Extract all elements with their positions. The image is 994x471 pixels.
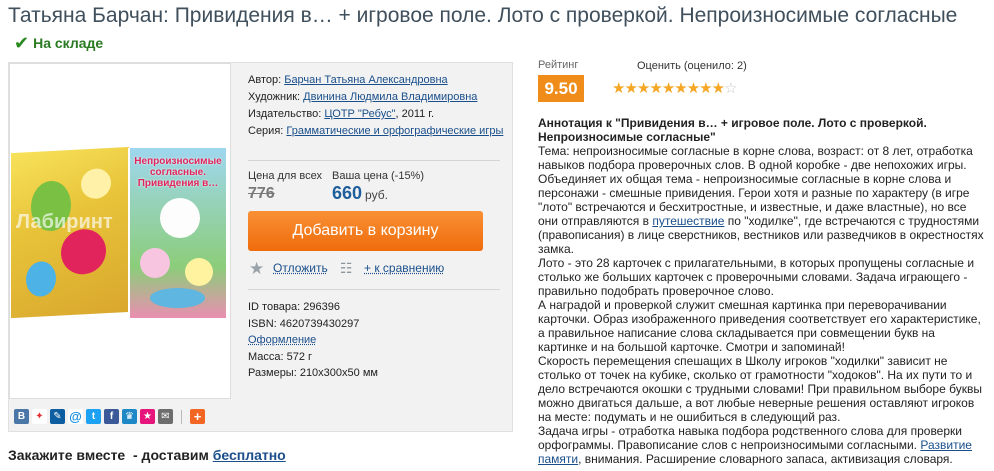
product-specs: ID товара: 296396 ISBN: 4620739430297 Оф…	[248, 299, 378, 382]
twitter-icon[interactable]: t	[86, 409, 101, 424]
star-icon[interactable]: ★	[662, 80, 675, 97]
compare-action[interactable]: + к сравнению	[364, 261, 444, 275]
annotation: Аннотация к "Привидения в… + игровое пол…	[538, 116, 986, 466]
product-isbn: ISBN: 4620739430297	[248, 317, 360, 330]
publisher-link[interactable]: ЦОТР "Ребус"	[324, 108, 395, 120]
mail-at-icon[interactable]: @	[68, 409, 83, 424]
star-icon[interactable]: ★	[699, 80, 712, 97]
title-text: Татьяна Барчан: Привидения в… + игровое …	[8, 4, 958, 27]
postpone-action[interactable]: Отложить	[273, 261, 328, 275]
star-bookmark-icon[interactable]: ★	[140, 409, 155, 424]
star-icon[interactable]: ★	[649, 80, 662, 97]
box-title: Непроизносимые согласные. Привидения в…	[134, 156, 222, 189]
annotation-paragraph: А наградой и проверкой служит смешная ка…	[538, 298, 981, 354]
artist-label: Художник:	[248, 91, 301, 103]
author-label: Автор:	[248, 74, 282, 86]
annotation-paragraph: Лото - это 28 карточек с прилагательными…	[538, 256, 975, 298]
product-cover-image[interactable]: Непроизносимые согласные. Привидения в… …	[9, 63, 231, 399]
price-all-label: Цена для всех	[248, 170, 322, 182]
product-id: ID товара: 296396	[248, 301, 340, 313]
livejournal-icon[interactable]: ✎	[50, 409, 65, 424]
artist-row: Художник: Двинина Людмила Владимировна	[248, 89, 510, 106]
plus-icon[interactable]: +	[190, 409, 205, 424]
annotation-text: Задача игры - отработка навыка подбора р…	[538, 424, 962, 452]
price-your-label: Ваша цена (-15%)	[332, 170, 425, 182]
publish-year: , 2011 г.	[395, 108, 435, 120]
product-title: Татьяна Барчан: Привидения в… + игровое …	[8, 2, 988, 57]
compare-link[interactable]: + к сравнению	[364, 261, 444, 275]
annotation-text: , внимания. Расширение словарного запаса…	[578, 452, 953, 466]
free-delivery-link[interactable]: бесплатно	[213, 447, 286, 463]
author-link[interactable]: Барчан Татьяна Александровна	[284, 74, 447, 86]
star-icon[interactable]: ★	[624, 80, 637, 97]
add-to-cart-button[interactable]: Добавить в корзину	[248, 211, 483, 251]
product-weight: Масса: 572 г	[248, 350, 313, 363]
vk-icon[interactable]: В	[14, 409, 29, 424]
compare-list-icon[interactable]: ☷	[340, 260, 353, 277]
annotation-heading: Аннотация к "Привидения в… + игровое пол…	[538, 116, 927, 144]
annotation-paragraph: Тема: непроизносимые согласные в корне с…	[538, 144, 986, 256]
stock-label: На складе	[33, 35, 104, 51]
postpone-link[interactable]: Отложить	[273, 261, 328, 275]
facebook-icon[interactable]: f	[104, 409, 119, 424]
star-icon[interactable]: ★	[687, 80, 700, 97]
publisher-label: Издательство:	[248, 108, 322, 120]
product-meta: Автор: Барчан Татьяна Александровна Худо…	[248, 72, 510, 137]
order-together-text: Закажите вместе - доставим	[8, 447, 213, 463]
artist-link[interactable]: Двинина Людмила Владимировна	[303, 91, 477, 103]
envelope-icon[interactable]: ✉	[158, 409, 173, 424]
divider	[248, 160, 500, 161]
rating-label: Рейтинг	[538, 59, 579, 71]
box-front-art: Непроизносимые согласные. Привидения в…	[128, 148, 226, 318]
watermark-logo: Лабиринт	[16, 211, 113, 233]
rate-label: Оценить (оценило: 2)	[637, 60, 747, 72]
star-empty-icon[interactable]: ☆	[724, 80, 737, 97]
series-label: Серия:	[248, 125, 284, 137]
share-divider	[181, 409, 182, 424]
product-size: Размеры: 210x300x50 мм	[248, 367, 378, 379]
check-icon: ✔	[14, 33, 30, 53]
stock-status: ✔ На складе	[14, 30, 103, 57]
star-icon[interactable]: ★	[249, 259, 264, 279]
new-price-value: 660	[332, 183, 363, 203]
design-link[interactable]: Оформление	[248, 334, 316, 346]
share-bar: В ✦ ✎ @ t f ♛ ★ ✉ +	[14, 409, 205, 424]
star-icon[interactable]: ★	[612, 80, 625, 97]
rating-stars[interactable]: ★★★★★★★★★☆	[612, 79, 738, 97]
annotation-paragraph: Скорость перемещения спешащих в Школу иг…	[538, 354, 982, 424]
travel-link[interactable]: путешествие	[652, 214, 724, 228]
currency-label: руб.	[365, 188, 388, 202]
order-together: Закажите вместе - доставим бесплатно	[8, 447, 286, 463]
person-icon[interactable]: ✦	[32, 409, 47, 424]
series-row: Серия: Грамматические и орфографические …	[248, 123, 510, 137]
star-icon[interactable]: ★	[637, 80, 650, 97]
author-row: Автор: Барчан Татьяна Александровна	[248, 72, 510, 89]
rating-badge: 9.50	[538, 75, 584, 102]
old-price: 776	[248, 185, 275, 202]
star-icon[interactable]: ★	[712, 80, 725, 97]
odnoklassniki-icon[interactable]: ♛	[122, 409, 137, 424]
annotation-paragraph: Задача игры - отработка навыка подбора р…	[538, 424, 986, 466]
series-link[interactable]: Грамматические и орфографические игры	[286, 125, 503, 137]
new-price: 660 руб.	[332, 183, 388, 204]
publisher-row: Издательство: ЦОТР "Ребус", 2011 г.	[248, 106, 510, 123]
star-icon[interactable]: ★	[674, 80, 687, 97]
divider	[248, 289, 500, 290]
